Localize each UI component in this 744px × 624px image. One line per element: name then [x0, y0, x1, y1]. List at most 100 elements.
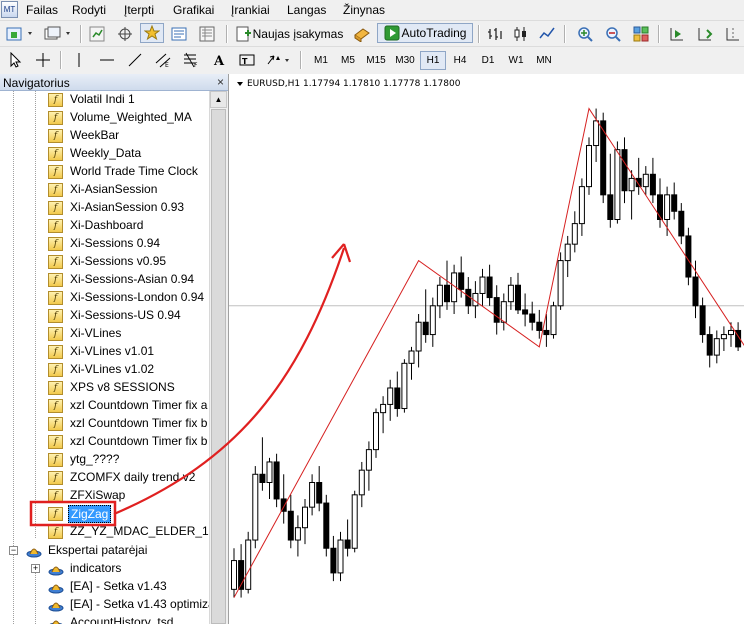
- list-item[interactable]: f Xi-VLines v1.01: [0, 343, 210, 361]
- menu-file[interactable]: Failas: [26, 3, 58, 17]
- list-item[interactable]: f XPS v8 SESSIONS: [0, 379, 210, 397]
- list-item[interactable]: f Xi-VLines: [0, 325, 210, 343]
- candle-body: [529, 313, 536, 323]
- timeframe-mn[interactable]: MN: [531, 51, 557, 70]
- list-item[interactable]: f ZZ_YZ_MDAC_ELDER_1-10: [0, 523, 210, 541]
- candle-body: [536, 321, 543, 331]
- text-tool-button[interactable]: A: [208, 50, 230, 70]
- navigator-toggle-button[interactable]: [140, 23, 164, 43]
- list-item[interactable]: f Xi-Sessions-Asian 0.94: [0, 271, 210, 289]
- candle-body: [266, 461, 273, 483]
- timeframe-m30[interactable]: M30: [392, 51, 418, 70]
- menu-charts[interactable]: Grafikai: [173, 3, 214, 17]
- profiles-button[interactable]: [42, 24, 76, 44]
- close-icon[interactable]: ×: [217, 75, 224, 89]
- zoom-in-button[interactable]: [574, 24, 596, 44]
- list-item[interactable]: f xzl Countdown Timer fix a: [0, 397, 210, 415]
- timeframe-m15[interactable]: M15: [363, 51, 389, 70]
- timeframe-h4[interactable]: H4: [447, 51, 473, 70]
- timeframe-m1[interactable]: M1: [308, 51, 334, 70]
- scroll-up-arrow-icon[interactable]: ▲: [210, 91, 227, 108]
- candle-body: [720, 334, 727, 340]
- terminal-button[interactable]: [168, 24, 190, 44]
- new-chart-button[interactable]: [4, 24, 38, 44]
- candles-group: [229, 108, 744, 598]
- list-item[interactable]: f ytg_????: [0, 451, 210, 469]
- candlestick-button[interactable]: [510, 24, 532, 44]
- arrows-menu-button[interactable]: [264, 50, 294, 70]
- list-item[interactable]: f Xi-AsianSession: [0, 181, 210, 199]
- collapse-toggle-icon[interactable]: −: [9, 546, 18, 555]
- tester-button[interactable]: [196, 24, 218, 44]
- custom-indicator-icon: f: [48, 381, 63, 395]
- list-item[interactable]: f Xi-AsianSession 0.93: [0, 199, 210, 217]
- vertical-line-button[interactable]: [68, 50, 90, 70]
- list-item[interactable]: f Weekly_Data: [0, 145, 210, 163]
- app-system-menu-icon[interactable]: MT: [1, 1, 18, 18]
- bar-chart-button[interactable]: [484, 24, 506, 44]
- list-item[interactable]: [EA] - Setka v1.43 optimiza: [0, 596, 210, 614]
- timeframe-d1[interactable]: D1: [475, 51, 501, 70]
- menu-insert[interactable]: Įterpti: [124, 3, 154, 17]
- metaeditor-button[interactable]: [350, 24, 374, 44]
- list-item[interactable]: f Xi-Sessions v0.95: [0, 253, 210, 271]
- text-label-button[interactable]: T: [236, 50, 258, 70]
- candle-body: [287, 510, 294, 541]
- menu-window[interactable]: Langas: [287, 3, 326, 17]
- chart-dropdown-icon[interactable]: [236, 80, 244, 88]
- period-separators-button[interactable]: [722, 24, 744, 44]
- horizontal-line-button[interactable]: [96, 50, 118, 70]
- expand-toggle-icon[interactable]: +: [31, 564, 40, 573]
- candle-body: [657, 194, 663, 220]
- timeframe-w1[interactable]: W1: [503, 51, 529, 70]
- list-item[interactable]: f WeekBar: [0, 127, 210, 145]
- timeframe-m5[interactable]: M5: [335, 51, 361, 70]
- custom-indicator-icon: f: [48, 327, 63, 341]
- menu-tools[interactable]: Įrankiai: [231, 3, 270, 17]
- menu-help[interactable]: Žinynas: [343, 3, 385, 17]
- timeframe-h1[interactable]: H1: [420, 51, 446, 70]
- autotrading-button[interactable]: AutoTrading: [377, 23, 473, 43]
- list-item[interactable]: AccountHistory_tsd: [0, 614, 210, 624]
- chart-shift-button[interactable]: [666, 24, 688, 44]
- list-item[interactable]: f Xi-Sessions 0.94: [0, 235, 210, 253]
- list-item[interactable]: f Xi-Dashboard: [0, 217, 210, 235]
- list-item[interactable]: f xzl Countdown Timer fix b: [0, 433, 210, 451]
- list-item[interactable]: f Xi-Sessions-US 0.94: [0, 307, 210, 325]
- new-order-button[interactable]: Naujas įsakymas: [233, 24, 345, 44]
- scrollbar-thumb[interactable]: [211, 109, 226, 624]
- tree-folder-indicators[interactable]: + indicators: [0, 560, 210, 578]
- list-item[interactable]: f Xi-Sessions-London 0.94: [0, 289, 210, 307]
- list-item[interactable]: f Volatil Indi 1: [0, 91, 210, 109]
- candle-body: [337, 539, 344, 574]
- list-item[interactable]: f Volume_Weighted_MA: [0, 109, 210, 127]
- menu-view[interactable]: Rodyti: [72, 3, 106, 17]
- tile-windows-button[interactable]: [630, 24, 652, 44]
- tree-group-experts[interactable]: − Ekspertai patarėjai: [0, 542, 210, 560]
- line-chart-button[interactable]: [536, 24, 558, 44]
- list-item[interactable]: f Xi-VLines v1.02: [0, 361, 210, 379]
- list-item[interactable]: [EA] - Setka v1.43: [0, 578, 210, 596]
- chart-window[interactable]: EURUSD,H1 1.17794 1.17810 1.17778 1.1780…: [229, 74, 744, 624]
- crosshair-button[interactable]: [32, 50, 54, 70]
- candle-body: [273, 461, 280, 500]
- candle-body: [486, 276, 493, 299]
- list-item-selected[interactable]: f ZigZag: [0, 505, 210, 523]
- list-item[interactable]: f xzl Countdown Timer fix b: [0, 415, 210, 433]
- equidistant-channel-button[interactable]: E: [152, 50, 174, 70]
- auto-scroll-button[interactable]: [694, 24, 716, 44]
- trendline-button[interactable]: [124, 50, 146, 70]
- candle-body: [415, 321, 422, 352]
- fibonacci-button[interactable]: F: [180, 50, 202, 70]
- cursor-button[interactable]: [4, 50, 26, 70]
- list-item[interactable]: f ZCOMFX daily trend v2: [0, 469, 210, 487]
- market-watch-button[interactable]: [86, 24, 108, 44]
- list-item[interactable]: f ZFXiSwap: [0, 487, 210, 505]
- zoom-out-button[interactable]: [602, 24, 624, 44]
- candle-body: [699, 305, 706, 336]
- list-item[interactable]: f World Trade Time Clock: [0, 163, 210, 181]
- price-chart[interactable]: [229, 74, 744, 624]
- navigator-scrollbar[interactable]: ▲: [209, 91, 228, 624]
- data-window-button[interactable]: [114, 24, 136, 44]
- candle-body: [728, 329, 734, 336]
